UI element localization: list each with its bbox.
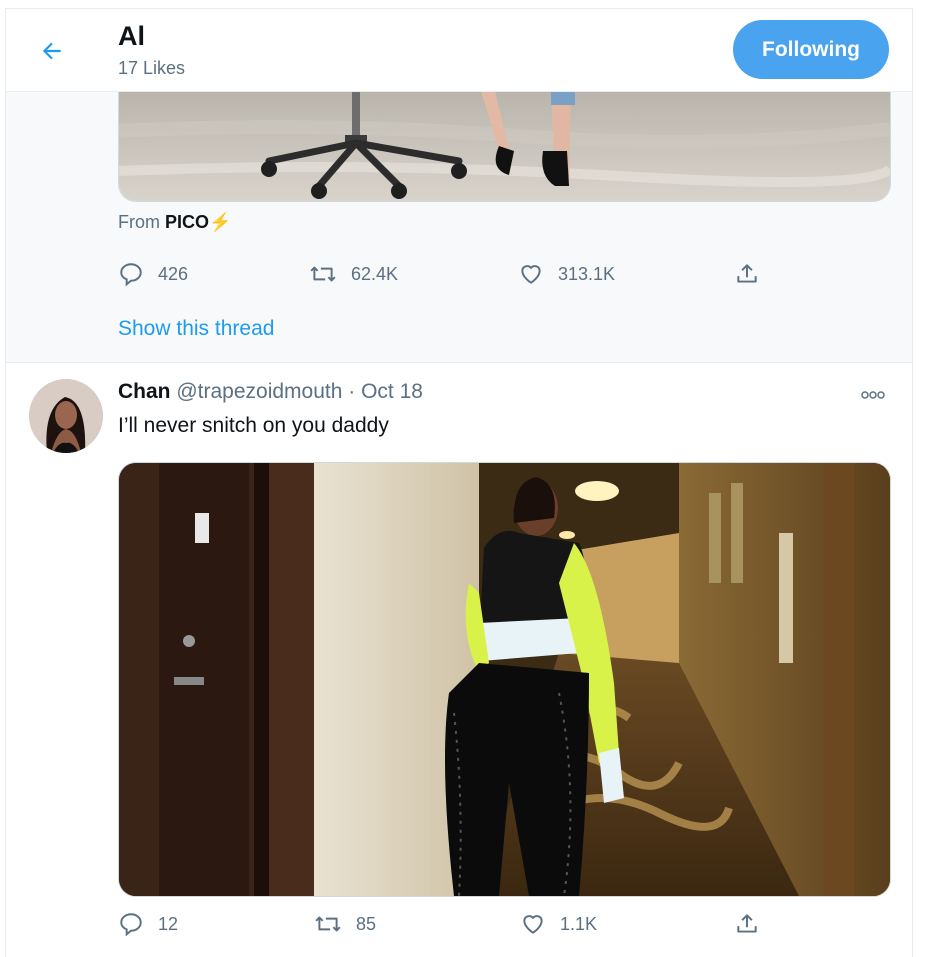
tweet-media-image[interactable] — [118, 91, 891, 202]
lightning-icon: ⚡ — [209, 212, 232, 232]
retweet-button[interactable]: 62.4K — [309, 261, 398, 287]
retweet-count: 62.4K — [351, 263, 399, 284]
tweet-date[interactable]: Oct 18 — [361, 380, 423, 403]
tweet-source: From PICO⚡ — [118, 212, 231, 233]
speech-bubble-icon — [120, 263, 142, 287]
share-upload-icon — [737, 264, 757, 283]
like-count: 1.1K — [560, 913, 598, 934]
more-options-button[interactable] — [858, 385, 888, 405]
hotel-hallway-photo — [119, 463, 890, 896]
heart-icon — [523, 915, 543, 934]
ellipsis-icon — [861, 391, 885, 399]
reply-count: 426 — [158, 263, 189, 284]
source-prefix: From — [118, 212, 165, 232]
share-upload-icon — [737, 914, 757, 933]
tweet[interactable]: Chan @trapezoidmouth · Oct 18 I’ll never… — [6, 363, 912, 957]
show-thread-link[interactable]: Show this thread — [118, 317, 274, 341]
likes-count: 17 Likes — [118, 58, 186, 78]
author-handle[interactable]: @trapezoidmouth — [176, 380, 342, 403]
like-button[interactable]: 313.1K — [518, 261, 615, 287]
heart-icon — [521, 265, 541, 284]
speech-bubble-icon — [120, 913, 142, 937]
timeline-column: Al 17 Likes Following From PICO⚡ 426 62.… — [5, 8, 913, 957]
office-chair-and-heels-photo — [119, 91, 890, 201]
retweet-count: 85 — [356, 913, 377, 934]
share-button[interactable] — [734, 261, 760, 287]
retweet-button[interactable]: 85 — [314, 911, 376, 937]
author-name[interactable]: Chan — [118, 380, 171, 403]
tweet-media-image[interactable] — [118, 462, 891, 897]
retweet-arrows-icon — [310, 266, 336, 282]
arrow-left-icon — [42, 42, 61, 60]
separator: · — [342, 380, 362, 403]
avatar-photo — [29, 379, 103, 453]
avatar[interactable] — [29, 379, 103, 453]
retweet-arrows-icon — [315, 916, 341, 932]
like-count: 313.1K — [558, 263, 616, 284]
source-app-link[interactable]: PICO — [165, 212, 209, 232]
tweet-text: I’ll never snitch on you daddy — [118, 414, 389, 437]
following-button[interactable]: Following — [733, 20, 889, 79]
back-button[interactable] — [32, 31, 72, 71]
tweet-header: Chan @trapezoidmouth · Oct 18 — [118, 380, 423, 404]
profile-header: Al 17 Likes Following — [6, 9, 912, 92]
reply-button[interactable]: 426 — [118, 261, 188, 287]
tweet[interactable]: From PICO⚡ 426 62.4K 313.1K Show this th… — [6, 91, 912, 363]
reply-button[interactable]: 12 — [118, 911, 178, 937]
profile-name: Al — [118, 21, 145, 51]
like-button[interactable]: 1.1K — [520, 911, 597, 937]
share-button[interactable] — [734, 911, 760, 937]
reply-count: 12 — [158, 913, 179, 934]
